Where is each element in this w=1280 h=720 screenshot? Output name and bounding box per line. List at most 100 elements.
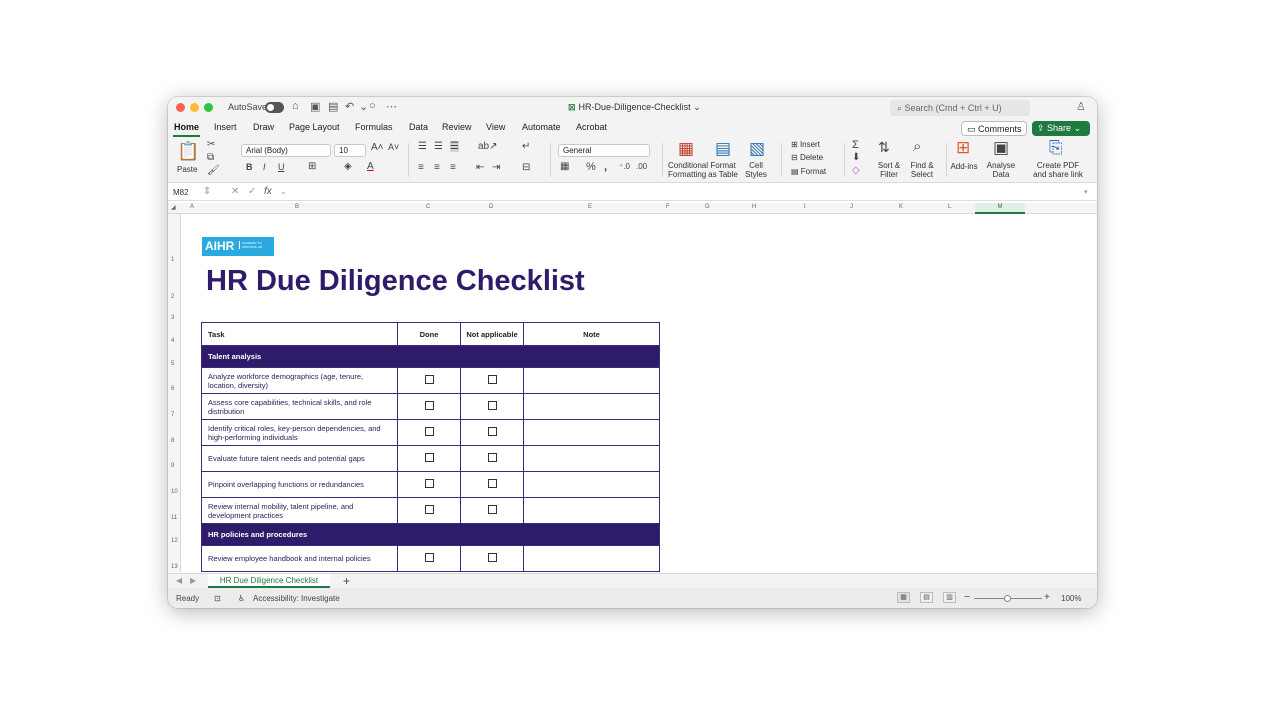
share-button[interactable]: ⇪ Share ⌄ <box>1032 121 1090 136</box>
percent-style-icon[interactable]: % <box>586 161 596 173</box>
section-title[interactable]: Talent analysis <box>201 345 660 368</box>
increase-indent-icon[interactable]: ⇥ <box>492 162 500 173</box>
column-header-d[interactable]: D <box>489 204 493 210</box>
document-title[interactable]: ⊠ HR-Due-Diligence-Checklist ⌄ <box>568 102 701 113</box>
decrease-decimal-icon[interactable]: .00 <box>636 162 647 171</box>
done-checkbox[interactable] <box>424 479 434 488</box>
tab-data[interactable]: Data <box>409 122 428 132</box>
font-size-select[interactable]: 10 <box>334 144 366 157</box>
insert-cells-button[interactable]: ⊞ Insert <box>791 140 820 149</box>
zoom-in-icon[interactable]: + <box>1044 592 1050 603</box>
page-break-view-icon[interactable]: ▥ <box>943 592 956 603</box>
close-window-button[interactable] <box>176 103 185 112</box>
note-cell[interactable] <box>523 393 660 420</box>
format-painter-icon[interactable]: 🖌 <box>207 165 220 176</box>
find-select-icon[interactable]: ⌕ <box>913 138 921 155</box>
chevron-down-icon[interactable]: ⌄ <box>280 187 287 196</box>
header-note[interactable]: Note <box>523 322 660 346</box>
header-done[interactable]: Done <box>397 322 461 346</box>
number-format-select[interactable]: General <box>558 144 650 157</box>
row-number[interactable]: 2 <box>171 294 174 300</box>
row-number[interactable]: 4 <box>171 338 174 344</box>
done-checkbox[interactable] <box>424 505 434 514</box>
create-pdf-icon[interactable]: ⎘ <box>1049 138 1063 158</box>
zoom-slider[interactable] <box>974 595 1042 602</box>
previous-sheet-icon[interactable]: ◀ <box>176 576 182 585</box>
na-cell[interactable] <box>460 445 524 472</box>
task-cell[interactable]: Identify critical roles, key-person depe… <box>201 419 398 446</box>
worksheet-grid[interactable]: AIHR ACADEMY TO INNOVATE HR HR Due Dilig… <box>182 214 1096 572</box>
font-name-select[interactable]: Arial (Body) <box>241 144 331 157</box>
na-cell[interactable] <box>460 545 524 572</box>
cancel-icon[interactable]: ✕ <box>231 186 239 197</box>
minimize-window-button[interactable] <box>190 103 199 112</box>
done-cell[interactable] <box>397 471 461 498</box>
macro-record-icon[interactable]: ⊡ <box>214 594 221 603</box>
column-header-e[interactable]: E <box>588 204 592 210</box>
dropdown-chevron-icon[interactable]: ⌄ <box>359 100 368 113</box>
decrease-font-icon[interactable]: A˅ <box>388 142 399 152</box>
not-applicable-checkbox[interactable] <box>487 453 497 462</box>
next-sheet-icon[interactable]: ▶ <box>190 576 196 585</box>
home-icon[interactable]: ⌂ <box>292 100 299 112</box>
note-cell[interactable] <box>523 497 660 524</box>
zoom-slider-knob[interactable] <box>1004 595 1011 602</box>
column-header-c[interactable]: C <box>426 204 430 210</box>
name-box-stepper-icon[interactable]: ⇕ <box>203 186 211 197</box>
search-input[interactable]: ⌕ Search (Cmd + Ctrl + U) <box>890 100 1030 116</box>
align-bottom-icon[interactable]: ☰ <box>450 141 459 152</box>
orientation-icon[interactable]: ab↗ <box>478 141 498 152</box>
more-icon[interactable]: ⋯ <box>386 100 397 113</box>
na-cell[interactable] <box>460 419 524 446</box>
task-cell[interactable]: Review employee handbook and internal po… <box>201 545 398 572</box>
not-applicable-checkbox[interactable] <box>487 505 497 514</box>
column-header-j[interactable]: J <box>850 204 853 210</box>
task-cell[interactable]: Review internal mobility, talent pipelin… <box>201 497 398 524</box>
redo-icon[interactable]: ○ <box>369 100 376 112</box>
task-cell[interactable]: Analyze workforce demographics (age, ten… <box>201 367 398 394</box>
done-cell[interactable] <box>397 571 461 572</box>
note-cell[interactable] <box>523 445 660 472</box>
note-cell[interactable] <box>523 471 660 498</box>
na-cell[interactable] <box>460 393 524 420</box>
addins-button[interactable]: Add-ins <box>949 162 979 171</box>
task-cell[interactable]: Assess core capabilities, technical skil… <box>201 393 398 420</box>
cell-styles-icon[interactable]: ▧ <box>749 139 765 159</box>
normal-view-icon[interactable]: ▦ <box>897 592 910 603</box>
not-applicable-checkbox[interactable] <box>487 427 497 436</box>
autosum-icon[interactable]: Σ <box>852 139 859 151</box>
row-number[interactable]: 8 <box>171 438 174 444</box>
task-cell[interactable] <box>201 571 398 572</box>
tab-formulas[interactable]: Formulas <box>355 122 393 132</box>
page-layout-view-icon[interactable]: ▤ <box>920 592 933 603</box>
done-cell[interactable] <box>397 497 461 524</box>
note-cell[interactable] <box>523 571 660 572</box>
paste-button-label[interactable]: Paste <box>177 165 197 174</box>
row-number[interactable]: 3 <box>171 315 174 321</box>
print-icon[interactable]: ▤ <box>328 100 338 113</box>
align-right-icon[interactable]: ≡ <box>450 162 456 173</box>
formula-input[interactable] <box>292 185 1087 199</box>
header-not-applicable[interactable]: Not applicable <box>460 322 524 346</box>
row-number[interactable]: 1 <box>171 257 174 263</box>
column-header-i[interactable]: I <box>804 204 806 210</box>
align-top-icon[interactable]: ☰ <box>418 141 427 152</box>
done-cell[interactable] <box>397 393 461 420</box>
undo-icon[interactable]: ↶ <box>345 100 354 113</box>
row-number[interactable]: 13 <box>171 564 178 570</box>
accessibility-icon[interactable]: ♿ <box>238 594 245 603</box>
format-as-table-button[interactable]: Format as Table <box>708 161 738 179</box>
done-checkbox[interactable] <box>424 375 434 384</box>
borders-icon[interactable]: ⊞ <box>308 161 316 172</box>
expand-formula-bar-icon[interactable]: ▾ <box>1084 188 1088 196</box>
clear-icon[interactable]: ◇ <box>852 165 860 176</box>
name-box[interactable]: M82 <box>173 188 189 197</box>
na-cell[interactable] <box>460 367 524 394</box>
row-number[interactable]: 9 <box>171 463 174 469</box>
zoom-window-button[interactable] <box>204 103 213 112</box>
note-cell[interactable] <box>523 367 660 394</box>
find-select-button[interactable]: Find & Select <box>906 161 938 179</box>
align-left-icon[interactable]: ≡ <box>418 162 424 173</box>
function-icon[interactable]: fx <box>264 186 272 197</box>
align-center-icon[interactable]: ≡ <box>434 162 440 173</box>
